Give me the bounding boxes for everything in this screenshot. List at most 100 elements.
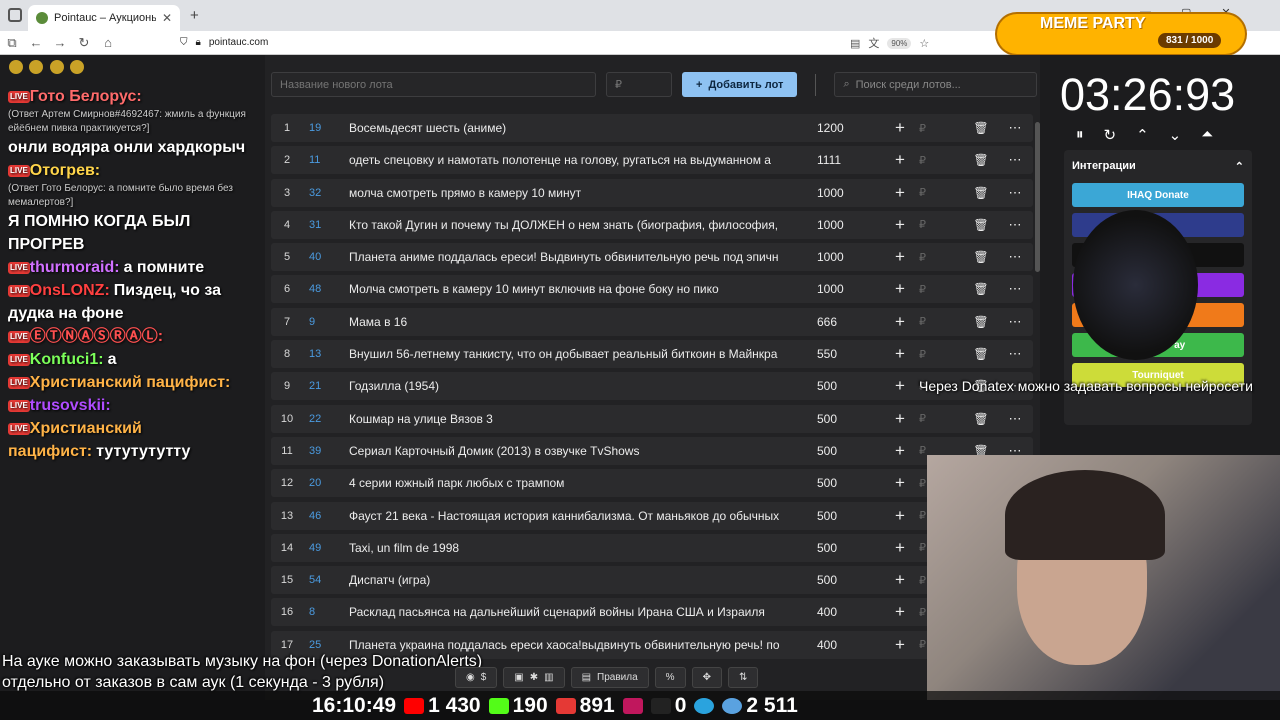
trash-icon[interactable]: 🗑︎: [957, 412, 1005, 426]
lot-name[interactable]: Восемьдесят шесть (аниме): [349, 121, 789, 135]
shield-icon[interactable]: ⛉: [180, 37, 188, 48]
more-icon[interactable]: ⋯: [1005, 411, 1025, 427]
trash-icon[interactable]: 🗑︎: [957, 347, 1005, 361]
lot-amount[interactable]: 500: [817, 412, 877, 426]
save-icon[interactable]: ▣: [514, 672, 523, 683]
add-amount-icon[interactable]: +: [881, 376, 919, 396]
add-amount-icon[interactable]: +: [881, 602, 919, 622]
translate-icon[interactable]: 文: [868, 35, 879, 51]
browser-tab[interactable]: Pointauc – Аукционы, лотереи ✕: [28, 5, 180, 31]
trash-icon[interactable]: 🗑︎: [957, 315, 1005, 329]
add-amount-icon[interactable]: +: [881, 247, 919, 267]
lot-name[interactable]: Диспатч (игра): [349, 573, 789, 587]
chevron-up-icon[interactable]: ⌃: [1136, 126, 1149, 144]
integration-button[interactable]: IHAQ Donate: [1072, 183, 1244, 207]
add-amount-icon[interactable]: +: [881, 538, 919, 558]
add-amount-icon[interactable]: +: [881, 409, 919, 429]
table-row[interactable]: 13 46 Фауст 21 века - Настоящая история ка…: [271, 501, 1033, 530]
add-amount-icon[interactable]: +: [881, 215, 919, 235]
chat-username[interactable]: Христианский пацифист:: [30, 374, 231, 391]
ruble-icon[interactable]: ₽: [919, 348, 939, 361]
reader-icon[interactable]: ▤: [850, 37, 860, 50]
lot-name[interactable]: 4 серии южный парк любых с трампом: [349, 476, 789, 490]
table-row[interactable]: 4 31 Кто такой Дугин и почему ты ДОЛЖЕН о …: [271, 210, 1033, 239]
zoom-level[interactable]: 90%: [887, 37, 912, 49]
add-amount-icon[interactable]: +: [881, 635, 919, 655]
move-button[interactable]: ✥: [691, 667, 722, 688]
lot-name[interactable]: Мама в 16: [349, 315, 789, 329]
bookmark-icon[interactable]: ☆: [919, 37, 929, 50]
trash-icon[interactable]: 🗑︎: [957, 250, 1005, 264]
new-tab-icon[interactable]: +: [190, 7, 199, 24]
chevron-up-icon[interactable]: ⌃: [1235, 160, 1244, 173]
search-field[interactable]: ⌕ Поиск среди лотов...: [834, 72, 1038, 97]
lot-amount[interactable]: 1111: [817, 153, 877, 167]
add-lot-button[interactable]: + Добавить лот: [682, 72, 798, 97]
table-row[interactable]: 3 32 молча смотреть прямо в камеру 10 мину…: [271, 178, 1033, 207]
table-row[interactable]: 10 22 Кошмар на улице Вязов 3 500 + ₽ 🗑︎ ⋯: [271, 404, 1033, 433]
lot-amount[interactable]: 400: [817, 638, 877, 652]
add-amount-icon[interactable]: +: [881, 506, 919, 526]
lot-amount[interactable]: 1000: [817, 218, 877, 232]
more-icon[interactable]: ⋯: [1005, 152, 1025, 168]
more-icon[interactable]: ⋯: [1005, 185, 1025, 201]
lot-name[interactable]: Расклад пасьянса на дальнейший сценарий …: [349, 605, 789, 619]
lot-amount-input[interactable]: [606, 72, 672, 97]
table-row[interactable]: 8 13 Внушил 56-летнему танкисту, что он до…: [271, 340, 1033, 369]
ruble-icon[interactable]: ₽: [919, 122, 939, 135]
percent-button[interactable]: %: [654, 667, 686, 688]
chat-username[interactable]: Гото Белорус:: [30, 88, 142, 105]
lot-name[interactable]: одеть спецовку и намотать полотенце на г…: [349, 153, 789, 167]
add-amount-icon[interactable]: +: [881, 150, 919, 170]
restart-icon[interactable]: ↻: [1104, 126, 1117, 144]
table-row[interactable]: 1554Диспатч (игра)500+₽🗑︎⋯: [271, 566, 1033, 595]
table-row[interactable]: 1449Taxi, un film de 1998500+₽🗑︎⋯: [271, 533, 1033, 562]
table-row[interactable]: 5 40 Планета аниме поддалась ереси! Выдвин…: [271, 243, 1033, 272]
ruble-icon[interactable]: ₽: [919, 218, 939, 231]
lot-name[interactable]: Годзилла (1954): [349, 379, 789, 393]
table-row[interactable]: 7 9 Мама в 16 666 + ₽ 🗑︎ ⋯: [271, 307, 1033, 336]
add-amount-icon[interactable]: +: [881, 570, 919, 590]
lot-amount[interactable]: 500: [817, 573, 877, 587]
lot-amount[interactable]: 1000: [817, 186, 877, 200]
lot-amount[interactable]: 1200: [817, 121, 877, 135]
home-icon[interactable]: ⌂: [96, 35, 120, 50]
ruble-icon[interactable]: ₽: [919, 283, 939, 296]
lot-name[interactable]: Внушил 56-летнему танкисту, что он добыв…: [349, 347, 789, 361]
lot-amount[interactable]: 500: [817, 379, 877, 393]
close-tab-icon[interactable]: ✕: [162, 11, 172, 25]
chat-username[interactable]: thurmoraid:: [30, 259, 120, 276]
github-icon[interactable]: ◉: [466, 672, 475, 683]
bug-icon[interactable]: ✱: [530, 672, 538, 683]
trash-icon[interactable]: 🗑︎: [957, 153, 1005, 167]
rules-button[interactable]: ▤ Правила: [570, 667, 649, 688]
lot-name[interactable]: Кто такой Дугин и почему ты ДОЛЖЕН о нем…: [349, 218, 789, 232]
add-amount-icon[interactable]: +: [881, 279, 919, 299]
add-amount-icon[interactable]: +: [881, 441, 919, 461]
lot-name[interactable]: Молча смотреть в камеру 10 минут включив…: [349, 282, 789, 296]
add-amount-icon[interactable]: +: [881, 312, 919, 332]
ruble-icon[interactable]: ₽: [919, 154, 939, 167]
lot-amount[interactable]: 500: [817, 444, 877, 458]
dollar-icon[interactable]: $: [481, 672, 487, 683]
more-icon[interactable]: ⋯: [1005, 249, 1025, 265]
chat-username[interactable]: Konfuci1:: [30, 351, 104, 368]
reload-icon[interactable]: ↻: [72, 35, 96, 51]
sidebar-icon[interactable]: ⧉: [0, 35, 24, 51]
lot-name[interactable]: Планета аниме поддалась ереси! Выдвинуть…: [349, 250, 789, 264]
lot-amount[interactable]: 500: [817, 541, 877, 555]
lot-amount[interactable]: 500: [817, 476, 877, 490]
lot-amount[interactable]: 400: [817, 605, 877, 619]
chat-username[interactable]: Отогрев:: [30, 162, 100, 179]
trash-icon[interactable]: 🗑︎: [957, 218, 1005, 232]
lot-name[interactable]: Taxi, un film de 1998: [349, 541, 789, 555]
add-amount-icon[interactable]: +: [881, 344, 919, 364]
trash-icon[interactable]: 🗑︎: [957, 121, 1005, 135]
lot-name[interactable]: молча смотреть прямо в камеру 10 минут: [349, 186, 789, 200]
lot-amount[interactable]: 666: [817, 315, 877, 329]
more-icon[interactable]: ⋯: [1005, 314, 1025, 330]
table-row[interactable]: 12 20 4 серии южный парк любых с трампом 50…: [271, 469, 1033, 498]
chevron-down-icon[interactable]: ⌄: [1169, 126, 1182, 144]
lot-name-input[interactable]: [271, 72, 596, 97]
lot-name[interactable]: Планета украина поддалась ереси хаоса!вы…: [349, 638, 789, 652]
